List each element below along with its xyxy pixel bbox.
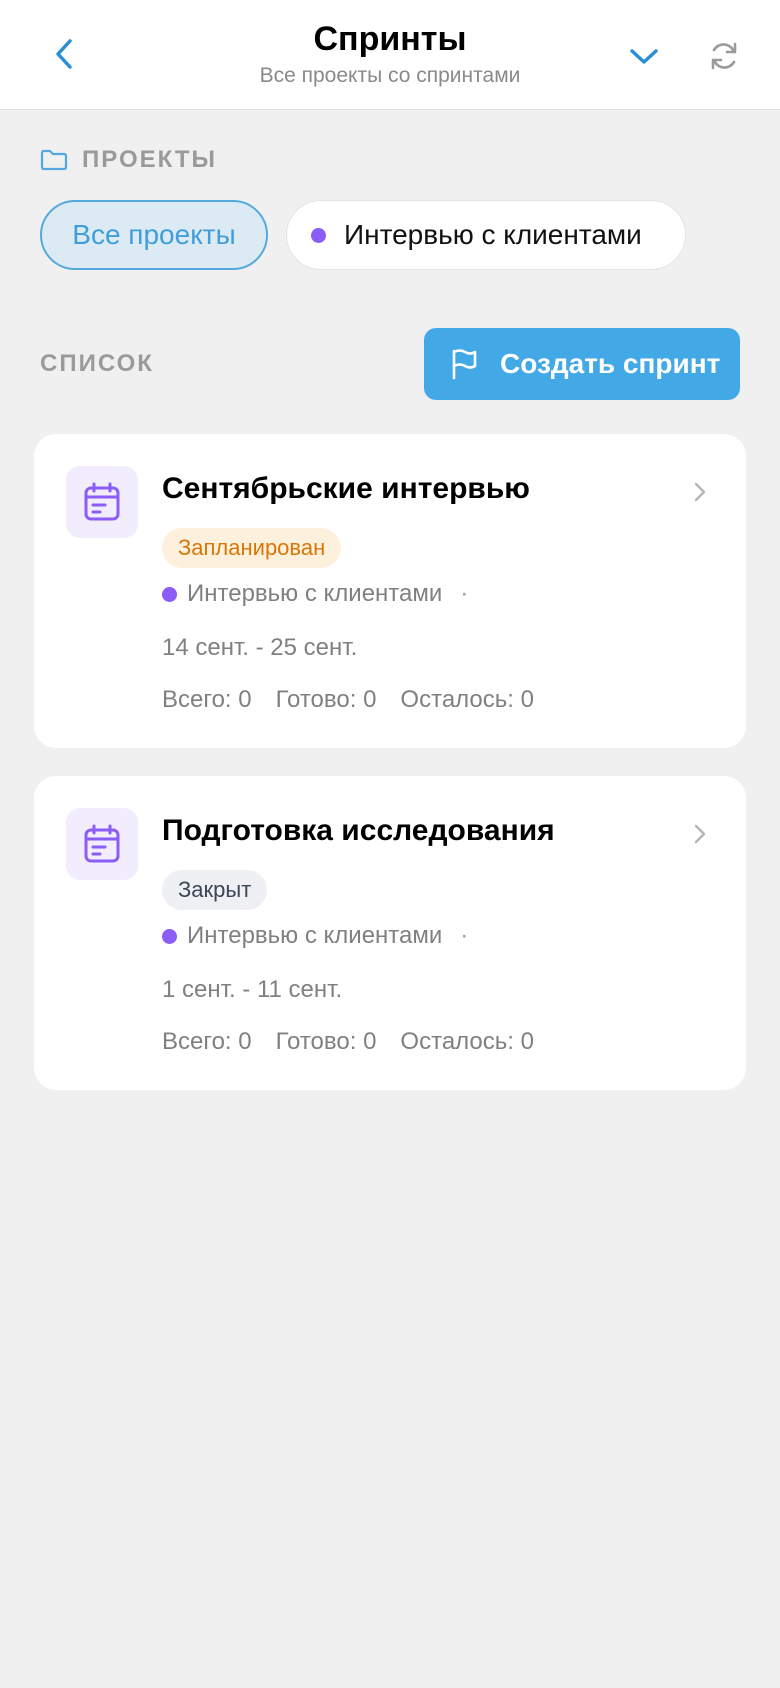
separator: · [460, 922, 469, 949]
stat-total: Всего: 0 [162, 1028, 252, 1055]
list-section-label: СПИСОК [40, 350, 154, 377]
sprint-project-name: Интервью с клиентами [187, 922, 443, 949]
sprint-dates: 1 сент. - 11 сент. [162, 976, 343, 1003]
sprint-name: Сентябрьские интервью [162, 472, 530, 505]
sprint-card[interactable]: Сентябрьские интервью Запланирован Интер… [34, 434, 746, 748]
dropdown-button[interactable] [624, 36, 664, 76]
refresh-icon [711, 42, 737, 70]
stat-left: Осталось: 0 [400, 686, 534, 713]
create-sprint-label: Создать спринт [500, 348, 721, 379]
calendar-icon [84, 824, 120, 863]
stat-total: Всего: 0 [162, 686, 252, 713]
sprint-stats: Всего: 0 Готово: 0 Осталось: 0 [162, 686, 534, 714]
sprint-stats: Всего: 0 Готово: 0 Осталось: 0 [162, 1028, 534, 1056]
flag-icon [452, 349, 477, 380]
sprint-project-name: Интервью с клиентами [187, 580, 443, 607]
chevron-right-icon [694, 482, 706, 502]
calendar-icon [84, 482, 120, 521]
refresh-button[interactable] [704, 36, 744, 76]
sprint-icon-box [66, 466, 138, 538]
project-color-dot [162, 586, 177, 602]
chevron-down-icon [630, 49, 658, 64]
project-color-dot [311, 227, 326, 243]
chip-label: Все проекты [72, 219, 236, 250]
chip-all-projects[interactable]: Все проекты [40, 200, 268, 270]
sprint-project: Интервью с клиентами · [162, 922, 468, 950]
status-badge: Запланирован [162, 528, 342, 568]
chevron-right-icon [694, 824, 706, 844]
sprint-project: Интервью с клиентами · [162, 580, 468, 608]
stat-done: Готово: 0 [275, 1028, 377, 1055]
projects-section-label: ПРОЕКТЫ [40, 146, 217, 174]
sprint-icon-box [66, 808, 138, 880]
chip-label: Интервью с клиентами [344, 219, 642, 250]
sprint-card[interactable]: Подготовка исследования Закрыт Интервью … [34, 776, 746, 1090]
stat-left: Осталось: 0 [400, 1028, 534, 1055]
separator: · [460, 580, 469, 607]
app-header: Спринты Все проекты со спринтами [0, 0, 780, 110]
create-sprint-button[interactable]: Создать спринт [424, 328, 740, 400]
status-badge: Закрыт [162, 870, 268, 910]
projects-label-text: ПРОЕКТЫ [82, 146, 218, 173]
project-color-dot [162, 928, 177, 944]
folder-icon [40, 149, 68, 171]
sprint-dates: 14 сент. - 25 сент. [162, 634, 358, 661]
chip-project-customer-interviews[interactable]: Интервью с клиентами [286, 200, 686, 270]
stat-done: Готово: 0 [275, 686, 377, 713]
sprint-name: Подготовка исследования [162, 814, 555, 847]
